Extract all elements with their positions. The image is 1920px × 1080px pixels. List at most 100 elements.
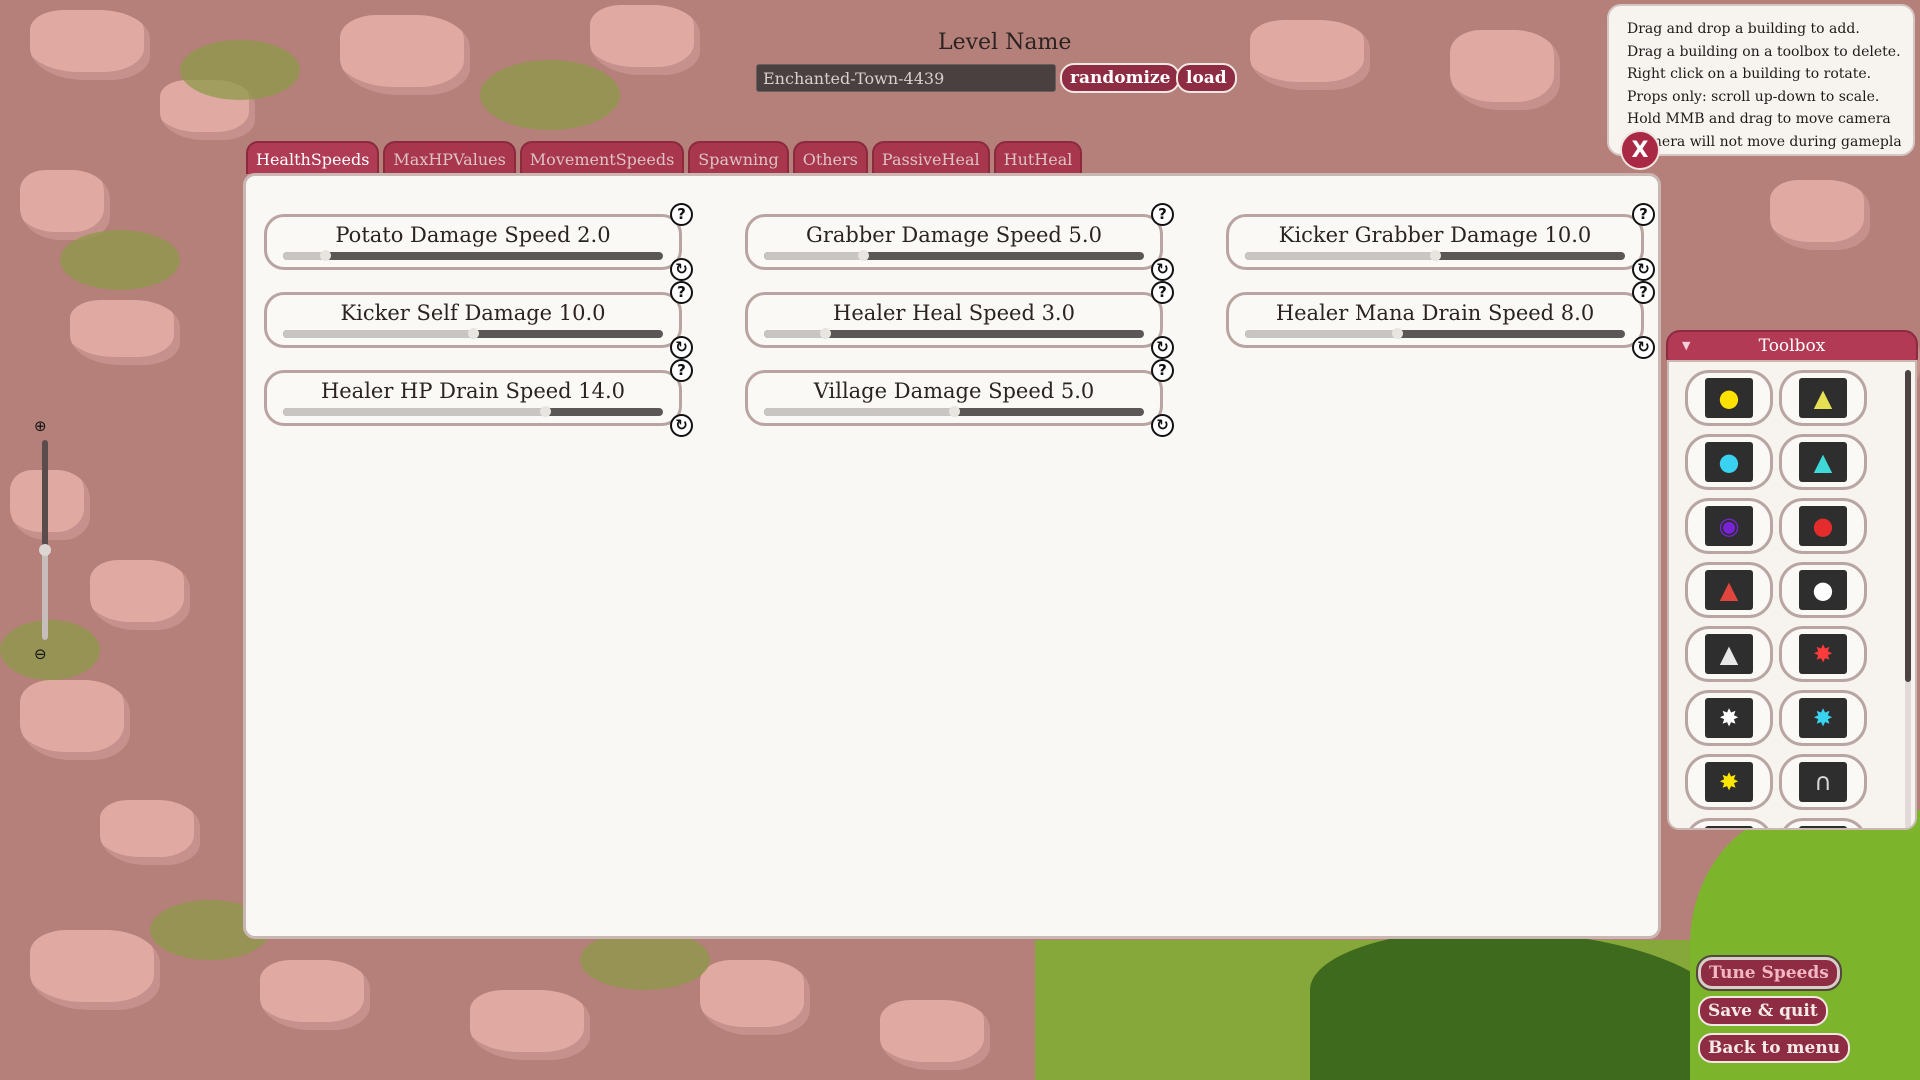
slider-handle[interactable] xyxy=(319,250,331,261)
toolbox-item[interactable]: ● xyxy=(1779,498,1867,554)
toolbox-item[interactable]: ✸ xyxy=(1779,626,1867,682)
toolbox-item[interactable]: ● xyxy=(1685,370,1773,426)
slider-track[interactable] xyxy=(1245,330,1625,338)
slider-track[interactable] xyxy=(283,408,663,416)
cyan-splat-glyph: ✸ xyxy=(1812,704,1834,732)
back-to-menu-button[interactable]: Back to menu xyxy=(1698,1033,1851,1063)
level-name-input[interactable] xyxy=(756,64,1056,92)
reset-icon[interactable]: ↻ xyxy=(1151,258,1174,281)
toolbox-item[interactable]: ▲ xyxy=(1779,370,1867,426)
help-line: Hold MMB and drag to move camera xyxy=(1627,111,1891,127)
zoom-slider-handle[interactable] xyxy=(39,544,51,556)
red-splat-glyph: ✸ xyxy=(1812,640,1834,668)
purple-portal-icon: ◉ xyxy=(1705,506,1753,546)
reset-icon[interactable]: ↻ xyxy=(670,258,693,281)
load-button[interactable]: load xyxy=(1176,63,1237,93)
slider-handle[interactable] xyxy=(468,328,479,339)
toolbox-item[interactable]: ✸ xyxy=(1685,690,1773,746)
slider-healer-mana-drain-speed: Healer Mana Drain Speed 8.0 ? ↻ xyxy=(1226,281,1655,359)
toolbox-item[interactable]: ● xyxy=(1685,434,1773,490)
slider-label: Healer Heal Speed 3.0 xyxy=(833,301,1075,325)
help-line: Props only: scroll up-down to scale. xyxy=(1627,88,1880,105)
slider-grabber-damage-speed: Grabber Damage Speed 5.0 ? ↻ xyxy=(745,203,1174,281)
help-question-icon[interactable]: ? xyxy=(1632,203,1655,226)
tab-maxhpvalues[interactable]: MaxHPValues xyxy=(383,141,516,174)
slider-handle[interactable] xyxy=(857,250,869,261)
toolbox-item[interactable]: ▲ xyxy=(1779,434,1867,490)
help-question-icon[interactable]: ? xyxy=(670,281,693,304)
slider-label: Kicker Grabber Damage 10.0 xyxy=(1278,223,1592,247)
close-button[interactable]: X xyxy=(1620,130,1660,170)
tab-passiveheal[interactable]: PassiveHeal xyxy=(871,141,990,174)
yellow-hut-glyph: ▲ xyxy=(1813,384,1833,412)
randomize-button[interactable]: randomize xyxy=(1060,63,1181,93)
white-hut-icon: ▲ xyxy=(1705,634,1753,674)
zoom-out-icon[interactable]: ⊖ xyxy=(34,645,52,663)
slider-healer-hp-drain-speed: Healer HP Drain Speed 14.0 ? ↻ xyxy=(264,359,693,437)
help-question-icon[interactable]: ? xyxy=(670,359,693,382)
toolbox-item[interactable]: ▲ xyxy=(1685,562,1773,618)
toolbox-item[interactable]: ✸ xyxy=(1779,690,1867,746)
help-question-icon[interactable]: ? xyxy=(1151,281,1174,304)
chevron-down-icon: ▼ xyxy=(1682,339,1691,352)
tab-others[interactable]: Others xyxy=(792,141,868,174)
cyan-blob-glyph: ● xyxy=(1718,448,1740,476)
yellow-hut-icon: ▲ xyxy=(1799,378,1847,418)
tab-spawning[interactable]: Spawning xyxy=(688,141,789,174)
toolbox-header[interactable]: ▼ Toolbox xyxy=(1666,330,1918,362)
slider-label: Healer Mana Drain Speed 8.0 xyxy=(1275,301,1595,325)
yellow-splat-icon: ✸ xyxy=(1705,762,1753,802)
toolbox-item[interactable]: ◉ xyxy=(1685,498,1773,554)
cyan-blob-icon: ● xyxy=(1705,442,1753,482)
slider-track[interactable] xyxy=(283,252,663,260)
zoom-in-icon[interactable]: ⊕ xyxy=(34,417,52,435)
toolbox-item[interactable]: ▲ xyxy=(1685,626,1773,682)
help-question-icon[interactable]: ? xyxy=(1151,203,1174,226)
slider-village-damage-speed: Village Damage Speed 5.0 ? ↻ xyxy=(745,359,1174,437)
reset-icon[interactable]: ↻ xyxy=(1632,258,1655,281)
tab-healthspeeds[interactable]: HealthSpeeds xyxy=(246,141,380,174)
cyan-splat-icon: ✸ xyxy=(1799,698,1847,738)
partial-item-icon: ■ xyxy=(1705,826,1753,828)
toolbox-scrollbar[interactable] xyxy=(1905,370,1911,828)
reset-icon[interactable]: ↻ xyxy=(670,414,693,437)
toolbox-item[interactable]: ✸ xyxy=(1685,754,1773,810)
help-line: Drag a building on a toolbox to delete. xyxy=(1627,43,1901,60)
yellow-blob-icon: ● xyxy=(1705,378,1753,418)
white-hut-glyph: ▲ xyxy=(1719,640,1739,668)
toolbox-item[interactable]: ● xyxy=(1779,562,1867,618)
settings-panel: Potato Damage Speed 2.0 ? ↻ Grabber Dama… xyxy=(243,173,1661,939)
save-quit-button[interactable]: Save & quit xyxy=(1698,996,1828,1026)
help-question-icon[interactable]: ? xyxy=(670,203,693,226)
help-question-icon[interactable]: ? xyxy=(1632,281,1655,304)
slider-handle[interactable] xyxy=(1430,250,1441,261)
toolbox-title: Toolbox xyxy=(1758,336,1826,356)
slider-handle[interactable] xyxy=(819,328,831,339)
reset-icon[interactable]: ↻ xyxy=(670,336,693,359)
slider-track[interactable] xyxy=(764,252,1144,260)
level-name-title: Level Name xyxy=(938,30,1072,55)
slider-healer-heal-speed: Healer Heal Speed 3.0 ? ↻ xyxy=(745,281,1174,359)
slider-potato-damage-speed: Potato Damage Speed 2.0 ? ↻ xyxy=(264,203,693,281)
toolbox-item[interactable]: ■ xyxy=(1685,818,1773,828)
help-question-icon[interactable]: ? xyxy=(1151,359,1174,382)
reset-icon[interactable]: ↻ xyxy=(1151,336,1174,359)
slider-handle[interactable] xyxy=(1392,328,1403,339)
toolbox-item[interactable]: ∩ xyxy=(1779,754,1867,810)
help-line: Drag and drop a building to add. xyxy=(1627,21,1860,37)
tab-movementspeeds[interactable]: MovementSpeeds xyxy=(519,141,685,174)
slider-label: Kicker Self Damage 10.0 xyxy=(340,301,606,325)
archway-icon: ∩ xyxy=(1799,762,1847,802)
tune-speeds-button[interactable]: Tune Speeds xyxy=(1696,955,1842,991)
slider-handle[interactable] xyxy=(949,406,960,417)
zoom-slider-track[interactable] xyxy=(42,440,48,640)
help-line: Right click on a building to rotate. xyxy=(1627,66,1872,82)
red-blob-icon: ● xyxy=(1799,506,1847,546)
red-splat-icon: ✸ xyxy=(1799,634,1847,674)
toolbox-item[interactable]: ■ xyxy=(1779,818,1867,828)
reset-icon[interactable]: ↻ xyxy=(1151,414,1174,437)
yellow-splat-glyph: ✸ xyxy=(1718,768,1740,796)
red-hut-glyph: ▲ xyxy=(1719,576,1739,604)
tab-hutheal[interactable]: HutHeal xyxy=(993,141,1083,174)
reset-icon[interactable]: ↻ xyxy=(1632,336,1655,359)
